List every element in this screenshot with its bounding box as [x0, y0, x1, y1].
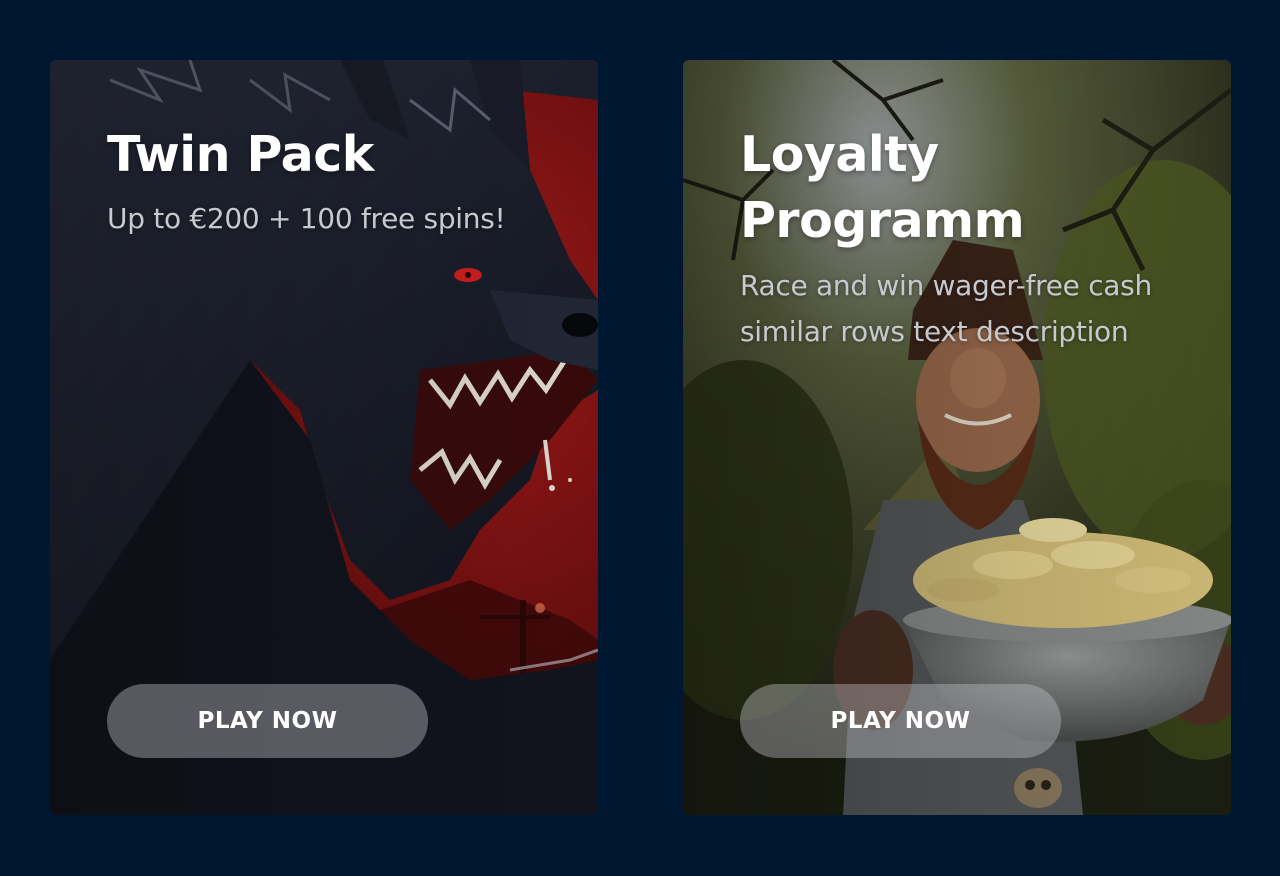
promo-title: Twin Pack: [107, 126, 374, 183]
promo-title: Loyalty Programm: [740, 126, 1025, 249]
promo-card-twin-pack[interactable]: Twin Pack Up to €200 + 100 free spins! P…: [50, 60, 598, 815]
play-now-button[interactable]: PLAY NOW: [740, 684, 1061, 758]
promo-subtitle: Race and win wager-free cash similar row…: [740, 269, 1152, 348]
promo-subtitle: Up to €200 + 100 free spins!: [107, 202, 506, 235]
play-now-button[interactable]: PLAY NOW: [107, 684, 428, 758]
promo-card-loyalty-programm[interactable]: Loyalty Programm Race and win wager-free…: [683, 60, 1231, 815]
promotions-page: Twin Pack Up to €200 + 100 free spins! P…: [0, 0, 1280, 876]
